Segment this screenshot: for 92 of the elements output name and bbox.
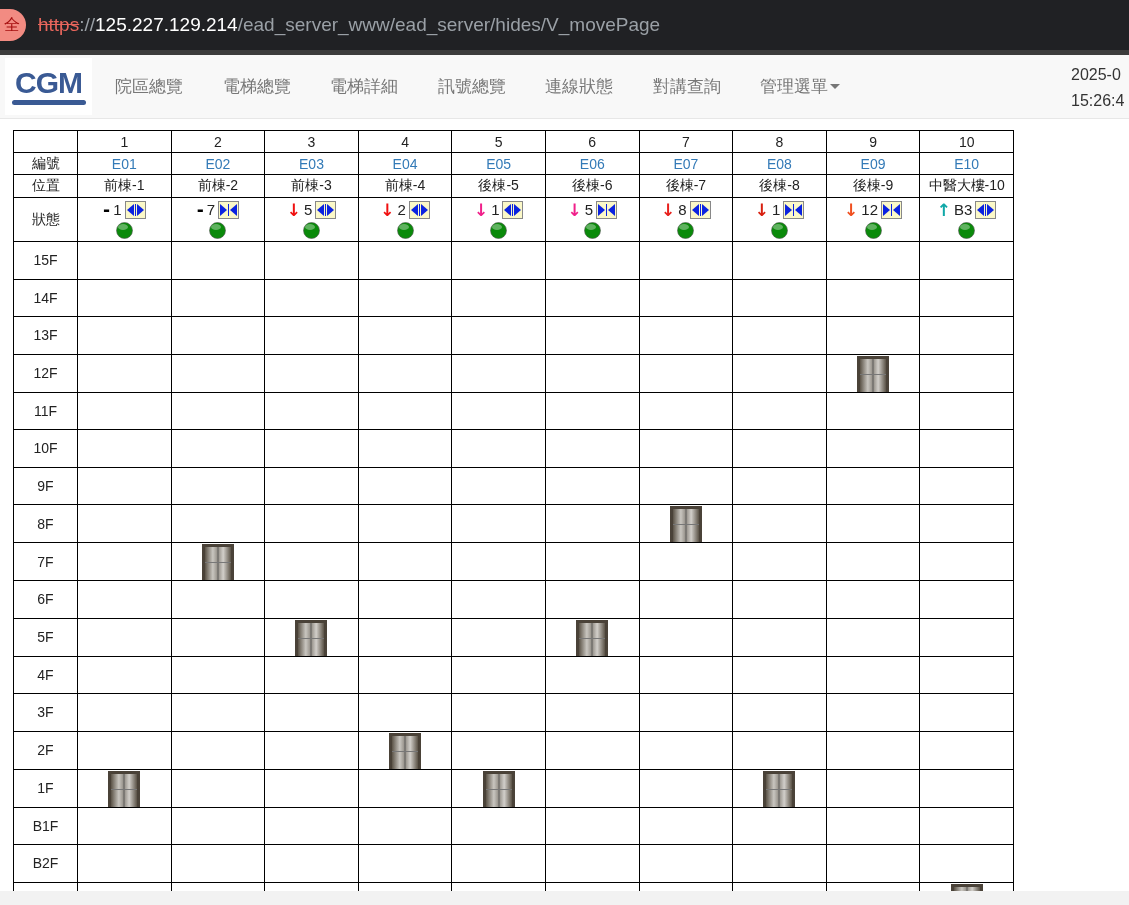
elevator-location: 中醫大樓-10 (919, 174, 1014, 198)
elevator-location: 前棟-1 (77, 174, 172, 198)
elevator-id: E06 (545, 152, 640, 175)
direction-indicator: ↓ (473, 200, 489, 219)
table-cell (13, 130, 78, 153)
column-number: 5 (451, 130, 546, 153)
floor-label: 14F (13, 279, 78, 317)
elevator-location: 後棟-8 (732, 174, 827, 198)
floor-label: 9F (13, 467, 78, 505)
floor-position: 12 (861, 201, 878, 218)
elevator-location: 後棟-5 (451, 174, 546, 198)
elevator-door-icon (201, 544, 234, 580)
nav-link[interactable]: 訊號總覽 (437, 75, 545, 98)
floor-label: B2F (13, 844, 78, 882)
elevator-location: 前棟-3 (264, 174, 359, 198)
direction-indicator: ↑ (936, 200, 952, 219)
column-number: 10 (919, 130, 1014, 153)
column-number: 3 (264, 130, 359, 153)
elevator-id: E03 (264, 152, 359, 175)
column-number: 4 (358, 130, 452, 153)
direction-indicator: - (196, 200, 204, 219)
floor-label: 1F (13, 769, 78, 807)
direction-indicator: ↓ (567, 200, 582, 219)
floor-label: 15F (13, 241, 78, 279)
elevator-door-icon (108, 770, 141, 807)
floor-label: 4F (13, 656, 78, 694)
row-label: 編號 (13, 152, 78, 175)
elevator-door-icon (295, 619, 328, 656)
elevator-door-icon (576, 619, 609, 656)
nav-link[interactable]: 對講查詢 (652, 75, 760, 98)
floor-label: 10F (13, 429, 78, 467)
elevator-id: E10 (919, 152, 1014, 175)
direction-indicator: ↓ (661, 200, 676, 219)
elevator-id: E08 (732, 152, 827, 175)
direction-indicator: ↓ (754, 200, 769, 219)
floor-label: 12F (13, 354, 78, 392)
date-text: 2025-0 (1071, 65, 1122, 85)
floor-position: 8 (678, 201, 687, 218)
column-number: 7 (639, 130, 733, 153)
nav-link[interactable]: 管理選單 (760, 75, 868, 98)
elevator-id: E09 (826, 152, 920, 175)
direction-indicator: ↓ (380, 200, 395, 219)
row-label: 位置 (13, 174, 78, 198)
elevator-id: E07 (639, 152, 733, 175)
nav-link[interactable]: 電梯總覽 (222, 75, 330, 98)
elevator-id: E04 (358, 152, 452, 175)
address-bar-url[interactable]: https://125.227.129.214/ead_server_www/ead_server/hides/V_movePage (38, 14, 661, 36)
floor-label: 7F (13, 542, 78, 581)
floor-position: 5 (584, 201, 594, 218)
column-number: 8 (732, 130, 827, 153)
floor-position: 1 (491, 201, 500, 218)
floor-position: 1 (771, 201, 781, 218)
security-warning-badge[interactable]: 全 (0, 9, 26, 41)
column-number: 1 (77, 130, 172, 153)
floor-label: 13F (13, 316, 78, 354)
elevator-door-icon (482, 770, 515, 807)
floor-position: B3 (954, 201, 973, 218)
floor-label: 5F (13, 618, 78, 656)
elevator-location: 前棟-4 (358, 174, 452, 198)
elevator-location: 後棟-9 (826, 174, 920, 198)
time-text: 15:26:4 (1071, 91, 1125, 111)
direction-indicator: ↓ (844, 200, 859, 219)
nav-link[interactable]: 電梯詳細 (330, 75, 438, 98)
direction-indicator: - (103, 200, 111, 219)
floor-position: 1 (113, 201, 122, 218)
column-number: 9 (826, 130, 920, 153)
floor-label: 8F (13, 504, 78, 543)
elevator-id: E01 (77, 152, 172, 175)
elevator-door-icon (857, 355, 890, 392)
elevator-location: 前棟-2 (171, 174, 265, 198)
nav-link[interactable]: 連線狀態 (545, 75, 653, 98)
elevator-id: E05 (451, 152, 546, 175)
elevator-door-icon (669, 506, 702, 542)
elevator-id: E02 (171, 152, 265, 175)
elevator-location: 後棟-6 (545, 174, 640, 198)
logo[interactable]: CGM (5, 58, 92, 115)
floor-label: 11F (13, 392, 78, 430)
direction-indicator: ↓ (286, 200, 301, 219)
floor-position: 5 (303, 201, 313, 218)
floor-label: 6F (13, 580, 78, 618)
column-number: 6 (545, 130, 640, 153)
floor-position: 2 (397, 201, 406, 218)
nav-link[interactable]: 院區總覽 (115, 75, 223, 98)
elevator-door-icon (389, 732, 422, 769)
floor-label: 2F (13, 731, 78, 769)
floor-label: 3F (13, 693, 78, 731)
elevator-location: 後棟-7 (639, 174, 733, 198)
row-label: 狀態 (13, 197, 78, 242)
floor-label: B1F (13, 807, 78, 845)
column-number: 2 (171, 130, 265, 153)
elevator-door-icon (763, 770, 796, 807)
floor-position: 7 (206, 201, 216, 218)
